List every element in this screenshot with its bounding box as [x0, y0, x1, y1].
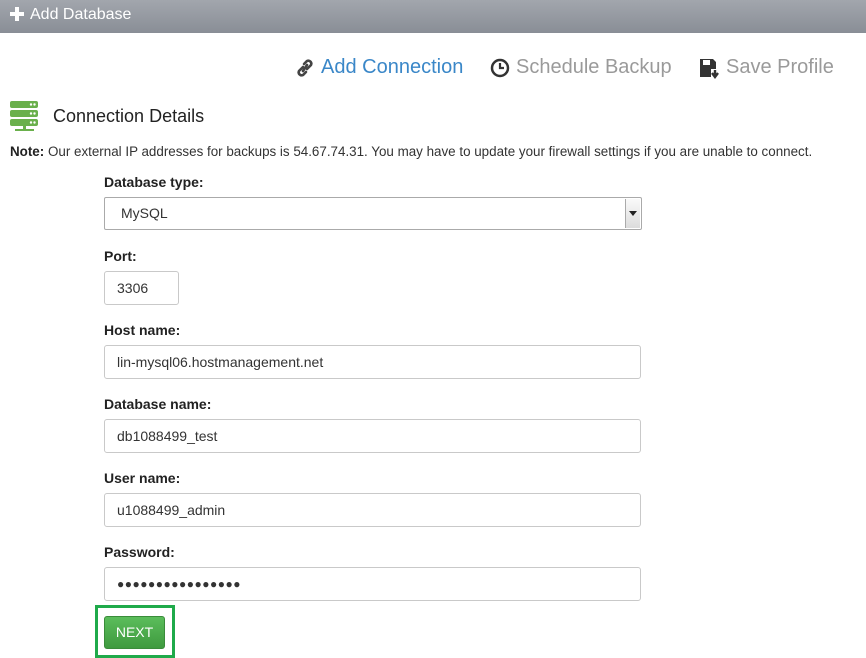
firewall-note: Note: Our external IP addresses for back…: [10, 144, 812, 159]
password-input[interactable]: ●●●●●●●●●●●●●●●●: [104, 567, 641, 601]
plus-icon: [10, 7, 24, 21]
save-icon: [700, 58, 719, 79]
port-input[interactable]: 3306: [104, 271, 179, 305]
step-save-profile[interactable]: Save Profile: [698, 56, 834, 79]
step-label: Schedule Backup: [516, 56, 672, 78]
top-bar: Add Database: [0, 0, 866, 33]
step-schedule-backup[interactable]: Schedule Backup: [490, 56, 672, 79]
port-label: Port:: [104, 248, 137, 264]
user-name-input[interactable]: u1088499_admin: [104, 493, 641, 527]
database-type-value: MySQL: [121, 205, 168, 221]
wizard-steps: Add Connection Schedule Backup Save Prof…: [0, 56, 866, 86]
step-add-connection[interactable]: Add Connection: [295, 56, 463, 79]
step-label: Save Profile: [726, 56, 834, 78]
next-button[interactable]: NEXT: [104, 616, 165, 649]
host-name-label: Host name:: [104, 322, 181, 338]
note-label: Note:: [10, 144, 45, 159]
database-type-select[interactable]: MySQL: [104, 197, 642, 230]
step-label: Add Connection: [321, 56, 464, 78]
section-header: Connection Details: [9, 100, 204, 132]
note-text: Our external IP addresses for backups is…: [47, 144, 813, 159]
database-type-label: Database type:: [104, 174, 204, 190]
database-name-label: Database name:: [104, 396, 212, 412]
host-name-input[interactable]: lin-mysql06.hostmanagement.net: [104, 345, 641, 379]
database-name-input[interactable]: db1088499_test: [104, 419, 641, 453]
user-name-label: User name:: [104, 470, 181, 486]
clock-icon: [490, 58, 510, 77]
database-server-icon: [10, 101, 38, 131]
section-title: Connection Details: [53, 105, 205, 126]
password-label: Password:: [104, 544, 175, 560]
chevron-down-icon[interactable]: [625, 199, 640, 228]
link-icon: [297, 58, 313, 77]
page-title: Add Database: [30, 6, 132, 23]
